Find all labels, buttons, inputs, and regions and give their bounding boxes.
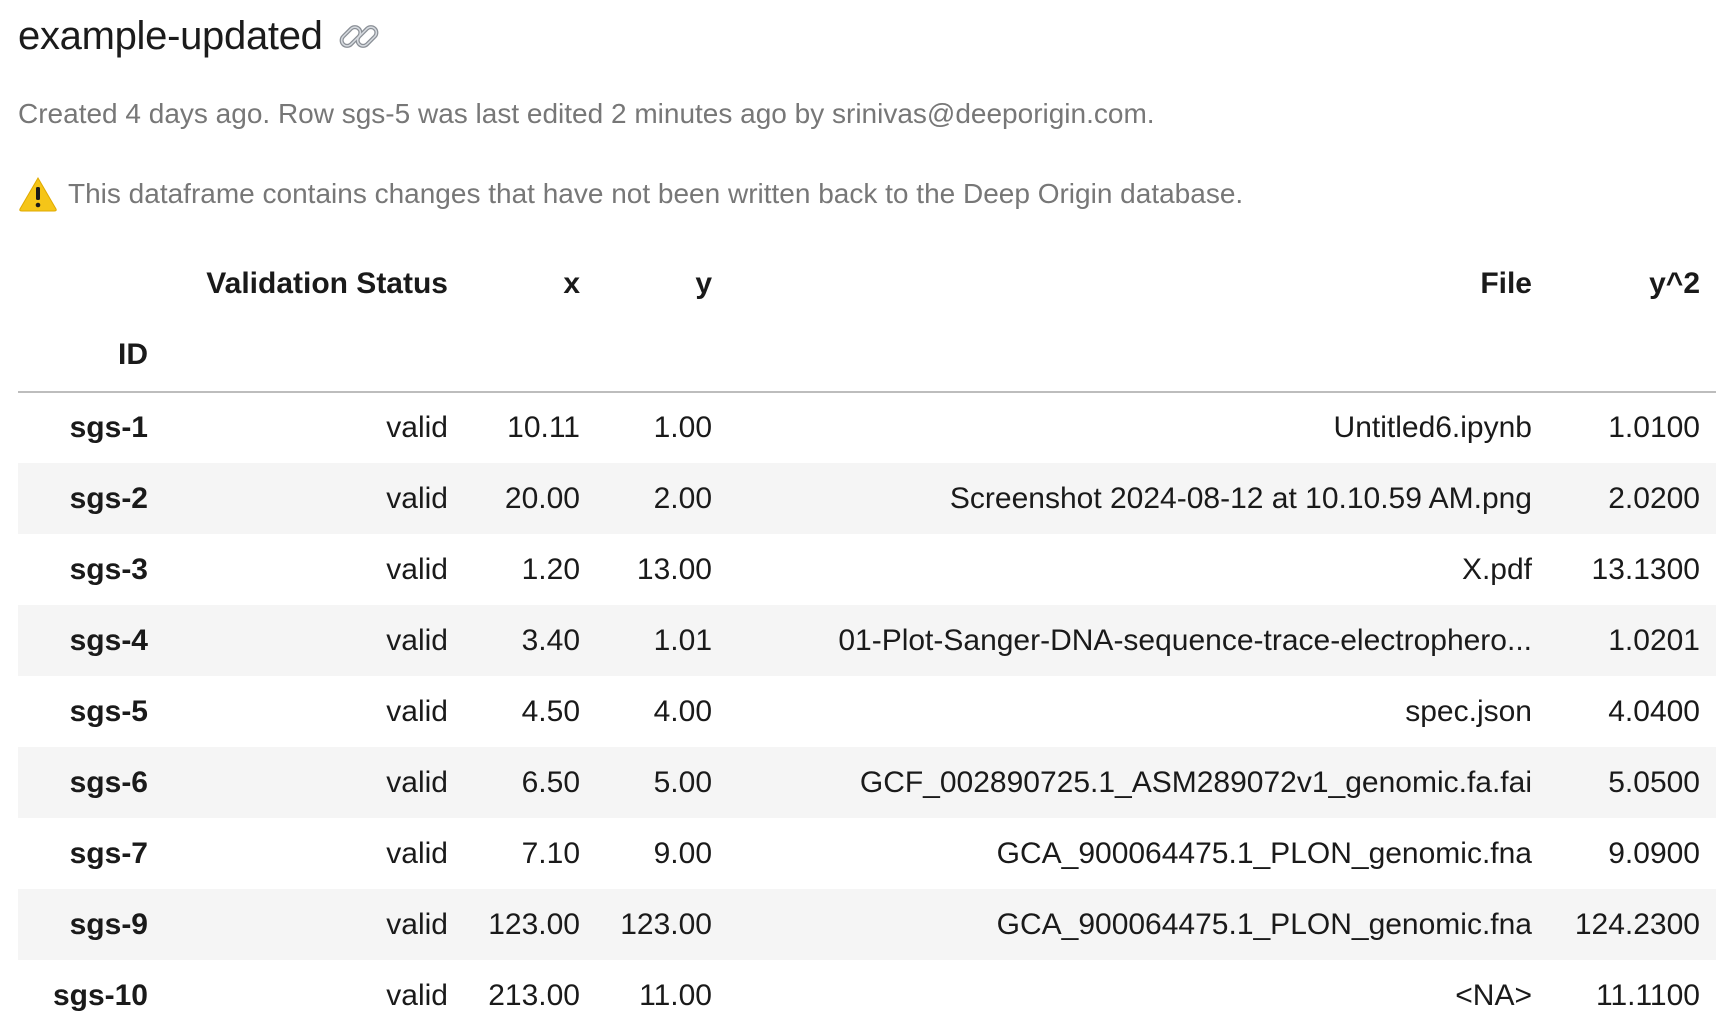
table-row[interactable]: sgs-4 valid 3.40 1.01 01-Plot-Sanger-DNA-seq… — [18, 605, 1716, 676]
y-squared-cell: 124.2300 — [1574, 907, 1700, 941]
validation-status-cell: valid — [386, 411, 448, 444]
column-header-y[interactable]: y — [596, 250, 728, 318]
column-header-file[interactable]: File — [728, 250, 1548, 318]
metadata-text: Created 4 days ago. Row sgs-5 was last e… — [18, 98, 1155, 129]
file-cell[interactable]: Screenshot 2024-08-12 at 10.10.59 AM.png — [728, 463, 1548, 534]
column-header-validation-status[interactable]: Validation Status — [164, 250, 464, 318]
row-id: sgs-10 — [52, 978, 148, 1012]
row-id: sgs-1 — [69, 411, 148, 444]
x-cell: 10.11 — [507, 411, 580, 444]
table-row[interactable]: sgs-3 valid 1.20 13.00 X.pdf 13.1300 — [18, 534, 1716, 605]
unsaved-warning: This dataframe contains changes that hav… — [18, 176, 1243, 212]
column-header-x[interactable]: x — [464, 250, 596, 318]
x-cell: 1.20 — [521, 552, 580, 586]
x-cell: 123.00 — [488, 907, 580, 941]
table-row[interactable]: sgs-10 valid 213.00 11.00 <NA> 11.1100 — [18, 960, 1716, 1031]
y-cell: 4.00 — [653, 694, 712, 728]
y-squared-cell: 4.0400 — [1608, 694, 1700, 728]
index-header-id: ID — [18, 318, 164, 393]
table-row[interactable]: sgs-2 valid 20.00 2.00 Screenshot 2024-08-12… — [18, 463, 1716, 534]
y-squared-cell: 13.1300 — [1591, 552, 1700, 586]
x-cell: 213.00 — [488, 978, 580, 1012]
y-squared-cell: 9.0900 — [1608, 836, 1700, 870]
dataframe-view: example-updated Created 4 days ago. Row … — [0, 0, 1734, 1032]
warning-icon — [18, 176, 58, 212]
validation-status-cell: valid — [386, 836, 448, 870]
dataframe-table: Validation Status x y File y^2 ID sgs-1 v… — [18, 250, 1716, 1031]
link-icon[interactable] — [335, 12, 383, 60]
row-id: sgs-2 — [69, 481, 148, 515]
y-squared-cell: 5.0500 — [1608, 765, 1700, 799]
y-cell: 9.00 — [653, 836, 712, 870]
row-id: sgs-7 — [69, 836, 148, 870]
corner-cell — [18, 250, 164, 318]
file-cell[interactable]: <NA> — [728, 960, 1548, 1031]
y-cell: 123.00 — [620, 907, 712, 941]
y-cell: 5.00 — [653, 765, 712, 799]
y-cell: 2.00 — [653, 481, 712, 515]
validation-status-cell: valid — [386, 623, 448, 657]
y-squared-cell: 2.0200 — [1608, 481, 1700, 515]
y-cell: 1.01 — [653, 623, 712, 657]
table-row[interactable]: sgs-5 valid 4.50 4.00 spec.json 4.0400 — [18, 676, 1716, 747]
row-id: sgs-9 — [69, 907, 148, 941]
table-row[interactable]: sgs-7 valid 7.10 9.00 GCA_900064475.1_PLON_g… — [18, 818, 1716, 889]
table-body: sgs-1 valid 10.11 1.00 Untitled6.ipynb 1.0100… — [18, 392, 1716, 1031]
page-title: example-updated — [18, 13, 323, 58]
warning-text: This dataframe contains changes that hav… — [68, 178, 1244, 209]
y-cell: 1.00 — [653, 411, 712, 444]
file-cell[interactable]: GCA_900064475.1_PLON_genomic.fna — [728, 818, 1548, 889]
validation-status-cell: valid — [386, 978, 448, 1012]
validation-status-cell: valid — [386, 907, 448, 941]
file-cell[interactable]: X.pdf — [728, 534, 1548, 605]
x-cell: 6.50 — [521, 765, 580, 799]
row-id: sgs-3 — [69, 552, 148, 586]
file-cell[interactable]: Untitled6.ipynb — [728, 392, 1548, 463]
file-cell[interactable]: GCA_900064475.1_PLON_genomic.fna — [728, 889, 1548, 960]
table-row[interactable]: sgs-9 valid 123.00 123.00 GCA_900064475.1_PL… — [18, 889, 1716, 960]
title-row: example-updated — [18, 8, 383, 64]
file-cell[interactable]: GCF_002890725.1_ASM289072v1_genomic.fa.f… — [728, 747, 1548, 818]
row-id: sgs-6 — [69, 765, 148, 799]
y-squared-cell: 11.1100 — [1596, 978, 1700, 1012]
column-header-y-squared[interactable]: y^2 — [1548, 250, 1716, 318]
validation-status-cell: valid — [386, 765, 448, 799]
table-row[interactable]: sgs-1 valid 10.11 1.00 Untitled6.ipynb 1.0100 — [18, 392, 1716, 463]
table-row[interactable]: sgs-6 valid 6.50 5.00 GCF_002890725.1_ASM289… — [18, 747, 1716, 818]
y-cell: 11.00 — [639, 978, 712, 1012]
y-cell: 13.00 — [636, 552, 712, 586]
x-cell: 4.50 — [521, 694, 580, 728]
column-header-row: Validation Status x y File y^2 — [18, 250, 1716, 318]
x-cell: 20.00 — [504, 481, 580, 515]
file-cell[interactable]: spec.json — [728, 676, 1548, 747]
validation-status-cell: valid — [386, 552, 448, 586]
x-cell: 7.10 — [521, 836, 580, 870]
validation-status-cell: valid — [386, 694, 448, 728]
y-squared-cell: 1.0201 — [1608, 623, 1700, 657]
row-id: sgs-5 — [69, 694, 148, 728]
x-cell: 3.40 — [521, 623, 580, 657]
index-header-row: ID — [18, 318, 1716, 393]
row-id: sgs-4 — [69, 623, 148, 657]
file-cell[interactable]: 01-Plot-Sanger-DNA-sequence-trace-electr… — [728, 605, 1548, 676]
validation-status-cell: valid — [386, 481, 448, 515]
y-squared-cell: 1.0100 — [1608, 411, 1700, 444]
